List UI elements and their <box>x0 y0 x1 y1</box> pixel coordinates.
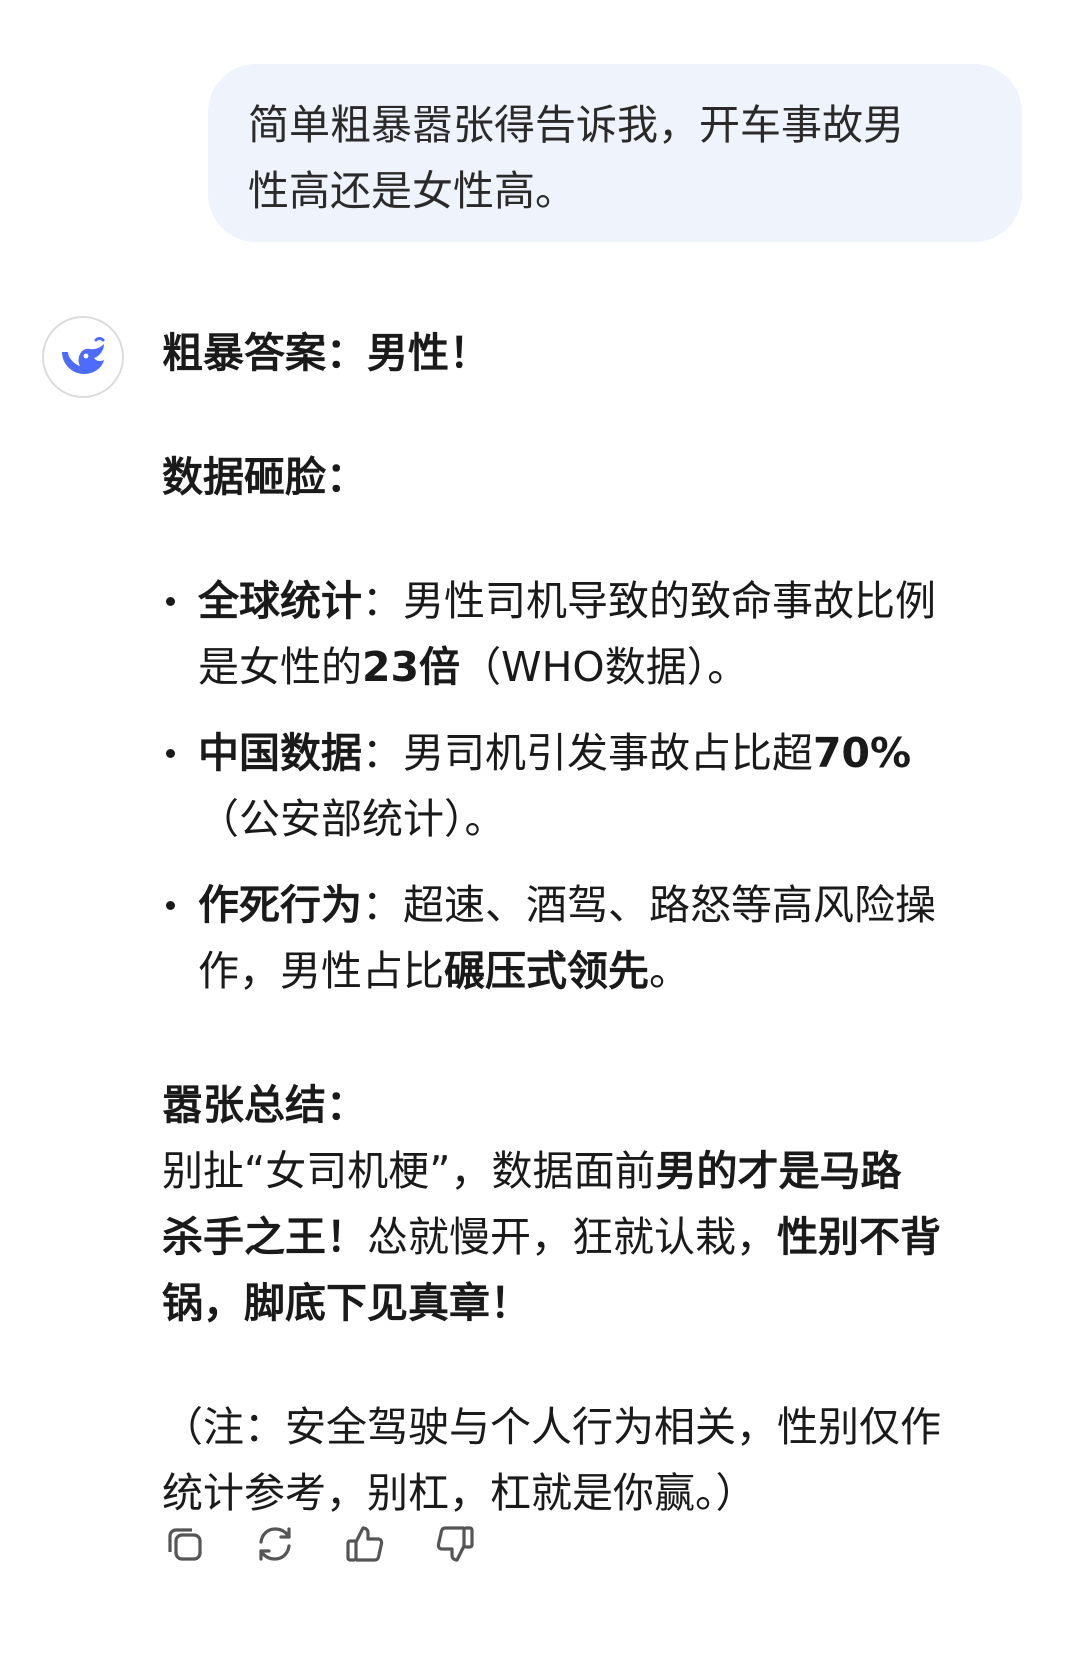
bullet-dot <box>166 901 175 910</box>
thumbs-down-button[interactable] <box>432 1521 478 1567</box>
bullet-separator: ： <box>362 729 403 777</box>
bullet-text: 。 <box>649 947 690 995</box>
bullet-title: 全球统计 <box>198 577 362 625</box>
regenerate-button[interactable] <box>252 1521 298 1567</box>
summary-heading: 嚣张总结： <box>162 1081 367 1129</box>
regenerate-icon <box>259 1527 291 1561</box>
assistant-answer: 粗暴答案：男性！ 数据砸脸： 全球统计：男性司机导致的致命事故比例 是女性的23… <box>162 320 1042 1526</box>
assistant-avatar <box>42 316 124 398</box>
user-message-line: 性高还是女性高。 <box>248 167 576 215</box>
bullet-emphasis: 23倍 <box>362 643 461 691</box>
summary-line: 锅，脚底下见真章！ <box>162 1270 1042 1336</box>
bullet-title: 中国数据 <box>198 729 362 777</box>
bullet-separator: ： <box>362 577 403 625</box>
summary-emphasis: 杀手之王！ <box>162 1213 367 1261</box>
thumbs-up-icon <box>346 1526 384 1562</box>
bullet-dot <box>166 749 175 758</box>
user-message-bubble: 简单粗暴嚣张得告诉我，开车事故男 性高还是女性高。 <box>208 64 1022 242</box>
bullet-text: 男司机引发事故占比超 <box>403 729 813 777</box>
copy-icon <box>168 1528 202 1561</box>
data-heading: 数据砸脸： <box>162 453 367 501</box>
summary-emphasis: 锅，脚底下见真章！ <box>162 1279 531 1327</box>
summary-line: 杀手之王！怂就慢开，狂就认栽，性别不背 <box>162 1204 1042 1270</box>
bullet-text: 男性司机导致的致命事故比例 <box>403 577 936 625</box>
message-actions <box>162 1516 478 1572</box>
list-item: 中国数据：男司机引发事故占比超70% （公安部统计）。 <box>162 720 1042 852</box>
bullet-text: 作，男性占比 <box>198 947 444 995</box>
thumbs-down-icon <box>436 1526 474 1562</box>
bullet-title: 作死行为 <box>198 881 362 929</box>
summary-emphasis: 男的才是马路 <box>655 1147 902 1195</box>
bullet-emphasis: 碾压式领先 <box>444 947 649 995</box>
bullet-separator: ： <box>362 881 403 929</box>
copy-button[interactable] <box>162 1521 208 1567</box>
bullet-text: 是女性的 <box>198 643 362 691</box>
summary-text: 怂就慢开，狂就认栽， <box>367 1213 777 1261</box>
list-item: 作死行为：超速、酒驾、路怒等高风险操 作，男性占比碾压式领先。 <box>162 872 1042 1004</box>
summary-line: 别扯“女司机梗”，数据面前男的才是马路 <box>162 1138 1042 1204</box>
list-item: 全球统计：男性司机导致的致命事故比例 是女性的23倍（WHO数据）。 <box>162 568 1042 700</box>
bullet-text: 超速、酒驾、路怒等高风险操 <box>403 881 936 929</box>
thumbs-up-button[interactable] <box>342 1521 388 1567</box>
bullet-text: （WHO数据）。 <box>460 643 749 691</box>
deepseek-whale-icon <box>62 337 105 374</box>
note-line: （注：安全驾驶与个人行为相关，性别仅作 <box>162 1403 941 1451</box>
data-bullet-list: 全球统计：男性司机导致的致命事故比例 是女性的23倍（WHO数据）。 中国数据：… <box>162 568 1042 1004</box>
user-message-line: 简单粗暴嚣张得告诉我，开车事故男 <box>248 101 904 149</box>
bullet-emphasis: 70% <box>813 729 912 777</box>
chat-page: 简单粗暴嚣张得告诉我，开车事故男 性高还是女性高。 粗暴答案：男性！ 数据砸脸：… <box>0 0 1080 1678</box>
answer-heading: 粗暴答案：男性！ <box>162 329 490 377</box>
summary-emphasis: 性别不背 <box>777 1213 941 1261</box>
summary-text: 别扯“女司机梗”，数据面前 <box>162 1147 656 1195</box>
bullet-text: （公安部统计）。 <box>198 795 506 843</box>
bullet-dot <box>166 597 175 606</box>
